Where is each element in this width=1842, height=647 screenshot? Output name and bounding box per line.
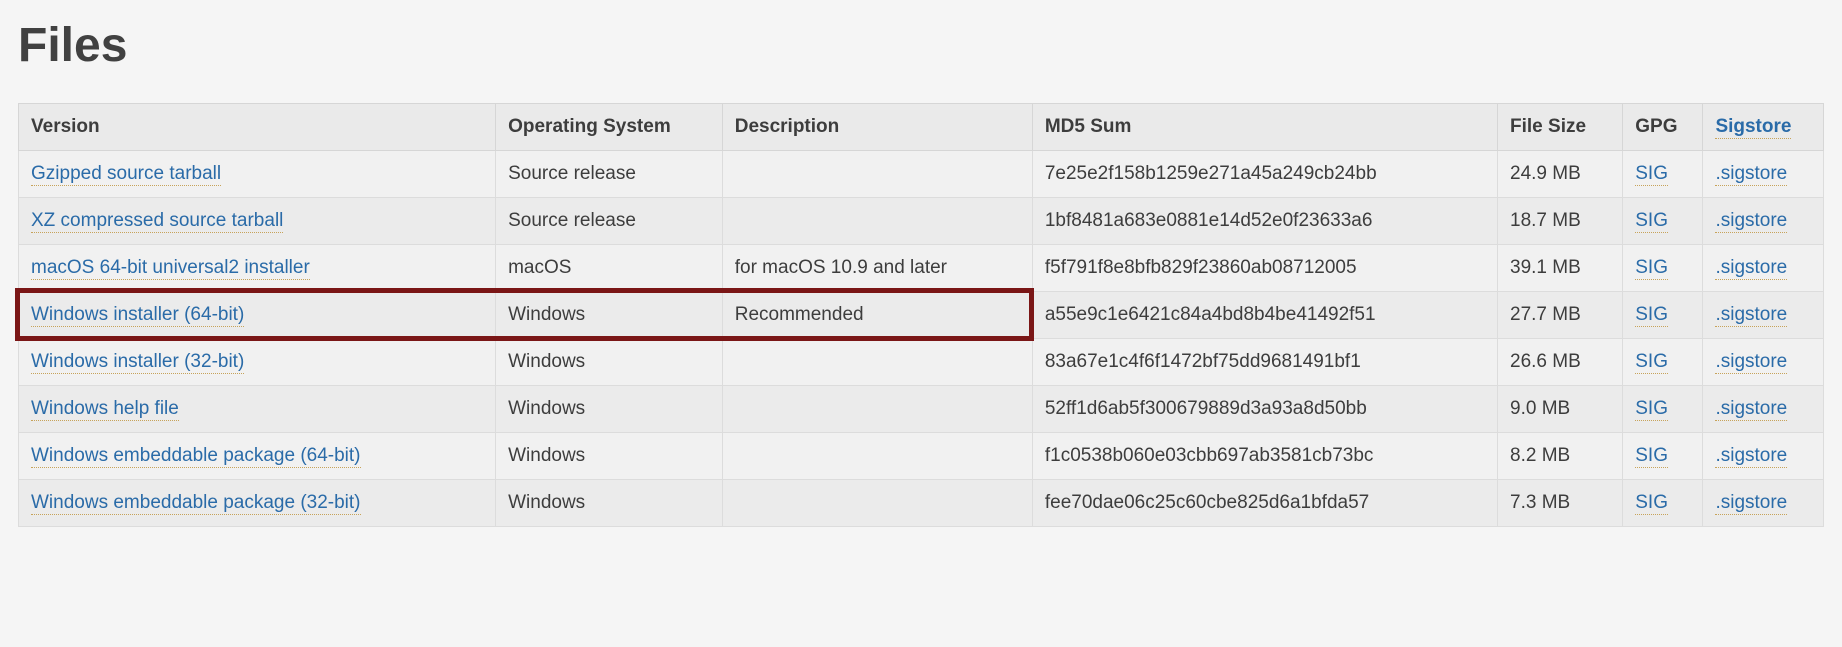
- header-size: File Size: [1498, 104, 1623, 151]
- table-row: XZ compressed source tarball Source relea…: [19, 198, 1824, 245]
- file-os: macOS: [496, 245, 723, 292]
- file-size: 8.2 MB: [1498, 433, 1623, 480]
- header-description: Description: [722, 104, 1032, 151]
- gpg-sig-link[interactable]: SIG: [1635, 210, 1668, 233]
- file-version-link[interactable]: Windows embeddable package (32-bit): [31, 492, 361, 515]
- header-sigstore: Sigstore: [1703, 104, 1824, 151]
- table-row: Windows embeddable package (64-bit) Windo…: [19, 433, 1824, 480]
- page-title: Files: [18, 18, 1824, 73]
- file-os: Source release: [496, 198, 723, 245]
- file-size: 7.3 MB: [1498, 480, 1623, 527]
- table-row: Windows installer (64-bit) WindowsRecomme…: [19, 292, 1824, 339]
- files-table-wrap: Version Operating System Description MD5…: [18, 103, 1824, 527]
- file-version-link[interactable]: Windows installer (32-bit): [31, 351, 244, 374]
- gpg-sig-link[interactable]: SIG: [1635, 445, 1668, 468]
- file-size: 39.1 MB: [1498, 245, 1623, 292]
- sigstore-link[interactable]: .sigstore: [1715, 398, 1787, 421]
- file-size: 18.7 MB: [1498, 198, 1623, 245]
- gpg-sig-link[interactable]: SIG: [1635, 257, 1668, 280]
- file-os: Windows: [496, 480, 723, 527]
- file-version-link[interactable]: Windows help file: [31, 398, 179, 421]
- sigstore-link[interactable]: .sigstore: [1715, 257, 1787, 280]
- file-size: 9.0 MB: [1498, 386, 1623, 433]
- file-md5: 83a67e1c4f6f1472bf75dd9681491bf1: [1032, 339, 1497, 386]
- file-version-link[interactable]: Gzipped source tarball: [31, 163, 221, 186]
- file-description: [722, 151, 1032, 198]
- file-size: 26.6 MB: [1498, 339, 1623, 386]
- sigstore-link[interactable]: .sigstore: [1715, 351, 1787, 374]
- sigstore-link[interactable]: .sigstore: [1715, 304, 1787, 327]
- file-md5: 1bf8481a683e0881e14d52e0f23633a6: [1032, 198, 1497, 245]
- file-os: Windows: [496, 292, 723, 339]
- sigstore-link[interactable]: .sigstore: [1715, 163, 1787, 186]
- file-md5: f5f791f8e8bfb829f23860ab08712005: [1032, 245, 1497, 292]
- gpg-sig-link[interactable]: SIG: [1635, 163, 1668, 186]
- sigstore-header-link[interactable]: Sigstore: [1715, 116, 1791, 139]
- file-md5: 7e25e2f158b1259e271a45a249cb24bb: [1032, 151, 1497, 198]
- file-version-link[interactable]: macOS 64-bit universal2 installer: [31, 257, 310, 280]
- file-description: [722, 198, 1032, 245]
- table-row: Windows help file Windows 52ff1d6ab5f30067…: [19, 386, 1824, 433]
- file-os: Windows: [496, 433, 723, 480]
- header-gpg: GPG: [1623, 104, 1703, 151]
- file-os: Windows: [496, 386, 723, 433]
- gpg-sig-link[interactable]: SIG: [1635, 351, 1668, 374]
- file-version-link[interactable]: XZ compressed source tarball: [31, 210, 283, 233]
- gpg-sig-link[interactable]: SIG: [1635, 492, 1668, 515]
- file-version-link[interactable]: Windows embeddable package (64-bit): [31, 445, 361, 468]
- file-md5: a55e9c1e6421c84a4bd8b4be41492f51: [1032, 292, 1497, 339]
- file-version-link[interactable]: Windows installer (64-bit): [31, 304, 244, 327]
- file-size: 27.7 MB: [1498, 292, 1623, 339]
- file-os: Windows: [496, 339, 723, 386]
- table-row: Gzipped source tarball Source release 7e25…: [19, 151, 1824, 198]
- sigstore-link[interactable]: .sigstore: [1715, 210, 1787, 233]
- header-os: Operating System: [496, 104, 723, 151]
- table-row: Windows installer (32-bit) Windows 83a67e1…: [19, 339, 1824, 386]
- header-md5: MD5 Sum: [1032, 104, 1497, 151]
- file-md5: 52ff1d6ab5f300679889d3a93a8d50bb: [1032, 386, 1497, 433]
- file-description: [722, 433, 1032, 480]
- sigstore-link[interactable]: .sigstore: [1715, 445, 1787, 468]
- file-description: for macOS 10.9 and later: [722, 245, 1032, 292]
- file-description: [722, 386, 1032, 433]
- file-size: 24.9 MB: [1498, 151, 1623, 198]
- file-md5: fee70dae06c25c60cbe825d6a1bfda57: [1032, 480, 1497, 527]
- file-md5: f1c0538b060e03cbb697ab3581cb73bc: [1032, 433, 1497, 480]
- file-description: [722, 339, 1032, 386]
- sigstore-link[interactable]: .sigstore: [1715, 492, 1787, 515]
- file-description: [722, 480, 1032, 527]
- file-os: Source release: [496, 151, 723, 198]
- table-row: Windows embeddable package (32-bit) Windo…: [19, 480, 1824, 527]
- gpg-sig-link[interactable]: SIG: [1635, 398, 1668, 421]
- gpg-sig-link[interactable]: SIG: [1635, 304, 1668, 327]
- file-description: Recommended: [722, 292, 1032, 339]
- header-version: Version: [19, 104, 496, 151]
- files-header-row: Version Operating System Description MD5…: [19, 104, 1824, 151]
- files-table: Version Operating System Description MD5…: [18, 103, 1824, 527]
- table-row: macOS 64-bit universal2 installer macOSfo…: [19, 245, 1824, 292]
